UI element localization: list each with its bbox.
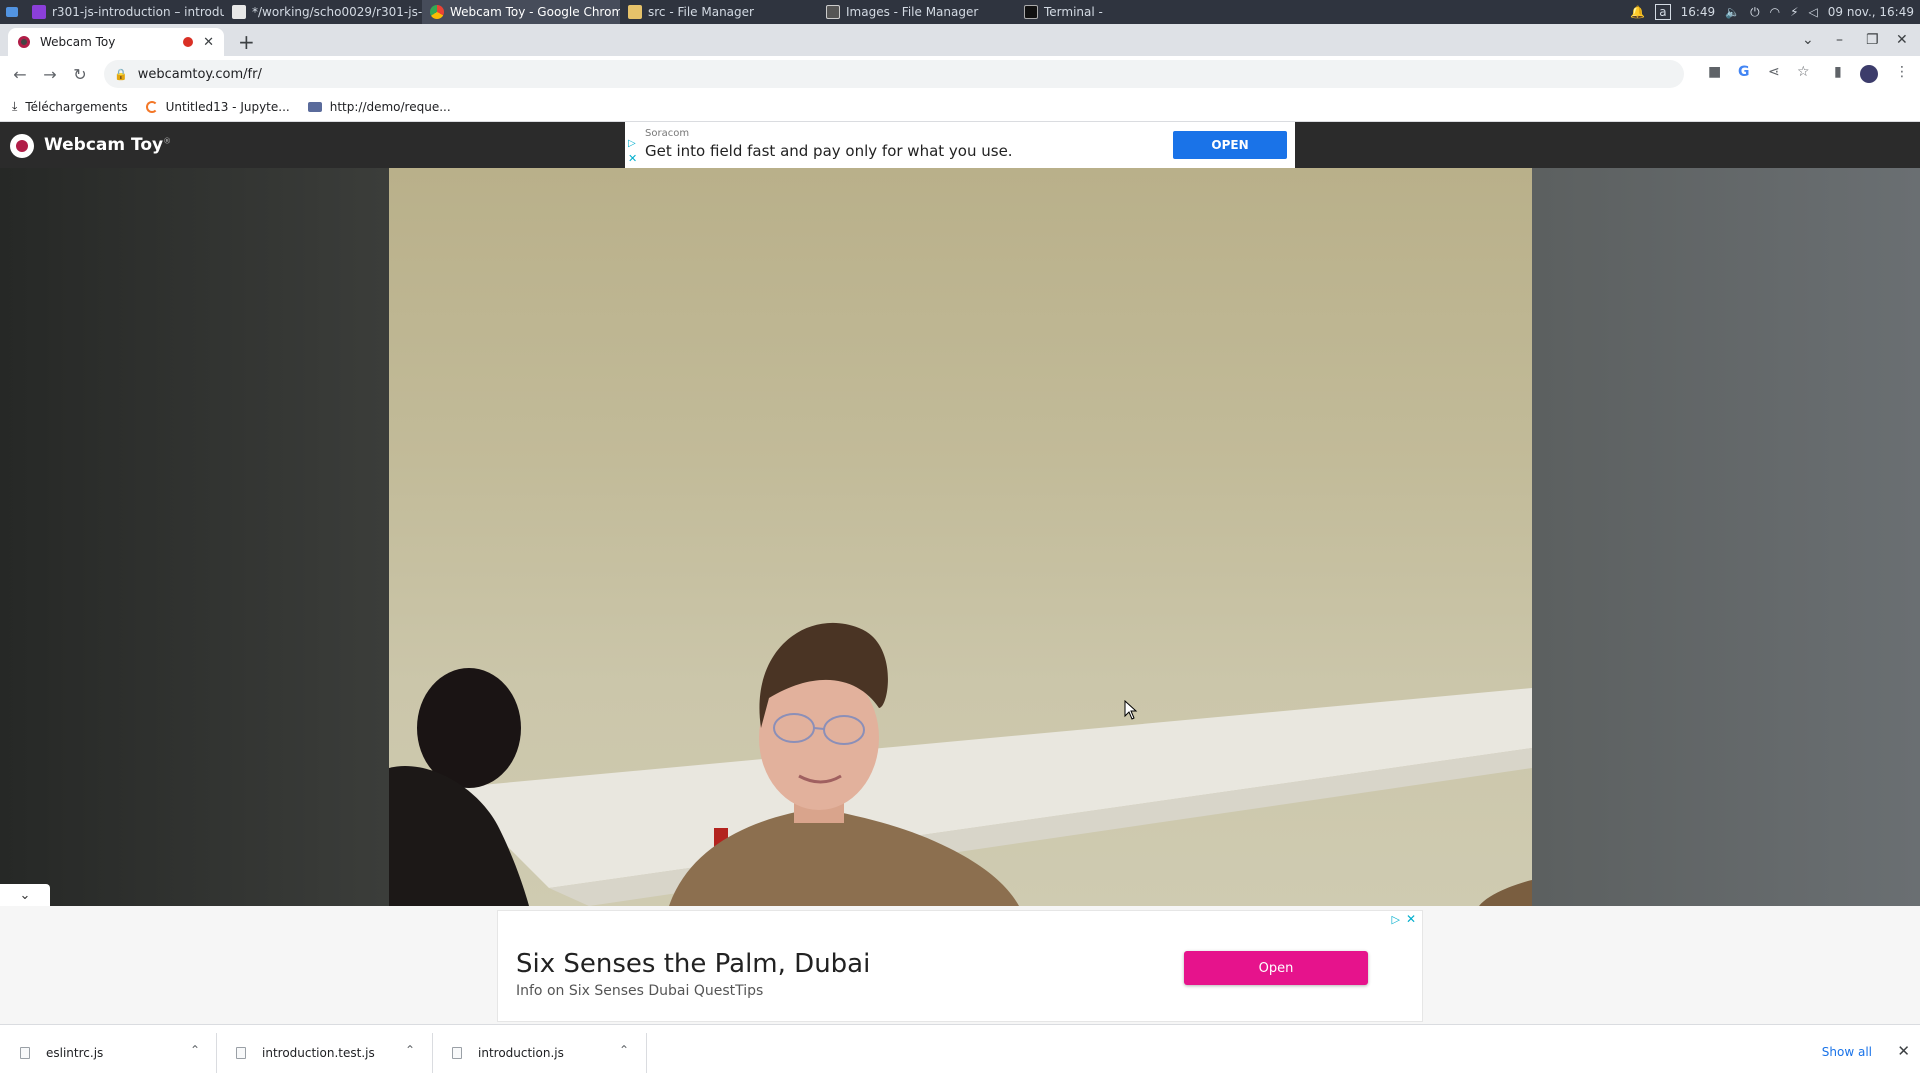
bottom-ad-area: ▷ ✕ Six Senses the Palm, Dubai Info on S… xyxy=(0,906,1920,1024)
page-icon xyxy=(307,101,322,112)
chevron-up-icon[interactable]: ⌃ xyxy=(190,1043,200,1057)
date-clock: 09 nov., 16:49 xyxy=(1827,5,1914,19)
download-item[interactable]: eslintrc.js xyxy=(20,1025,103,1080)
chrome-menu-icon[interactable]: ⋮ xyxy=(1895,64,1909,80)
reload-button[interactable]: ↻ xyxy=(65,59,95,89)
ad-close-icon[interactable]: ✕ xyxy=(1406,912,1416,926)
webcam-toy-favicon-icon xyxy=(18,36,30,48)
close-window-button[interactable]: ✕ xyxy=(1896,32,1908,48)
ad-open-button[interactable]: OPEN xyxy=(1173,131,1287,159)
restore-button[interactable]: ❐ xyxy=(1866,32,1879,48)
power-icon[interactable]: ⏻ xyxy=(1750,5,1760,20)
collapse-toggle-button[interactable]: ⌄ xyxy=(0,884,50,906)
webcam-toy-page: Webcam Toy® ▷ ✕ Soracom Get into field f… xyxy=(0,122,1920,906)
tab-webcam-toy[interactable]: Webcam Toy ✕ xyxy=(8,28,224,56)
taskbar-item-src-files[interactable]: src - File Manager xyxy=(620,0,818,24)
download-item[interactable]: introduction.js xyxy=(452,1025,564,1080)
ad-headline: Get into field fast and pay only for wha… xyxy=(645,142,1013,160)
keyboard-layout-indicator[interactable]: a xyxy=(1655,4,1671,20)
bookmark-downloads[interactable]: ⤓ Téléchargements xyxy=(12,99,128,114)
taskbar-item-chrome[interactable]: Webcam Toy - Google Chrome xyxy=(422,0,620,24)
minimize-button[interactable]: – xyxy=(1836,32,1843,48)
divider xyxy=(432,1033,433,1073)
folder-icon xyxy=(628,5,642,19)
recording-indicator-icon xyxy=(183,37,194,47)
os-taskbar: r301-js-introduction – introdu... */work… xyxy=(0,0,1920,24)
chevron-down-icon: ⌄ xyxy=(19,887,31,903)
webcam-preview[interactable] xyxy=(389,168,1532,906)
clock-time: 16:49 xyxy=(1680,5,1716,19)
mute-icon[interactable]: ◁ xyxy=(1809,5,1818,19)
divider xyxy=(646,1033,647,1073)
mouse-cursor-icon xyxy=(1124,700,1138,720)
bookmark-demo-request[interactable]: http://demo/reque... xyxy=(307,100,451,114)
divider xyxy=(216,1033,217,1073)
terminal-icon xyxy=(1024,5,1038,19)
ad-subtitle: Info on Six Senses Dubai QuestTips xyxy=(516,983,764,999)
taskbar-item-terminal[interactable]: Terminal - xyxy=(1016,0,1176,24)
adchoices-icon[interactable]: ▷ xyxy=(628,138,636,149)
wifi-icon[interactable]: ◠ xyxy=(1770,5,1780,19)
bookmarks-bar: ⤓ Téléchargements Untitled13 - Jupyte...… xyxy=(0,92,1920,122)
image-viewer-icon xyxy=(826,5,840,19)
volume-icon[interactable]: 🔈 xyxy=(1725,5,1740,19)
back-button[interactable]: ← xyxy=(5,59,35,89)
webcam-feed-image xyxy=(389,622,1532,906)
notification-bell-icon[interactable]: 🔔 xyxy=(1630,5,1645,19)
close-shelf-icon[interactable]: ✕ xyxy=(1897,1042,1910,1060)
site-header: Webcam Toy® ▷ ✕ Soracom Get into field f… xyxy=(0,122,1920,168)
webcam-toy-logo-icon[interactable] xyxy=(10,134,34,158)
download-item[interactable]: introduction.test.js xyxy=(236,1025,375,1080)
url-text: webcamtoy.com/fr/ xyxy=(137,66,262,82)
text-editor-icon xyxy=(232,5,246,19)
top-banner-ad[interactable]: ▷ ✕ Soracom Get into field fast and pay … xyxy=(625,122,1295,168)
file-icon xyxy=(236,1047,246,1059)
taskbar-item-editor[interactable]: */working/scho0029/r301-js-i... xyxy=(224,0,422,24)
battery-icon[interactable]: ⚡ xyxy=(1790,5,1798,19)
new-tab-button[interactable]: + xyxy=(238,30,255,54)
show-all-downloads-link[interactable]: Show all xyxy=(1822,1045,1872,1059)
jupyter-icon xyxy=(145,100,158,113)
taskbar-item-images-files[interactable]: Images - File Manager xyxy=(818,0,1016,24)
forward-button[interactable]: → xyxy=(35,59,65,89)
browser-toolbar: ← → ↻ 🔒 webcamtoy.com/fr/ ■ G ⋖ ☆ ▮ ⋮ xyxy=(0,56,1920,92)
download-shelf: eslintrc.js ⌃ introduction.test.js ⌃ int… xyxy=(0,1024,1920,1080)
bookmark-star-icon[interactable]: ☆ xyxy=(1797,64,1810,80)
google-translate-icon[interactable]: G xyxy=(1738,64,1750,80)
app-menu-icon[interactable] xyxy=(0,0,24,24)
side-panel-icon[interactable]: ▮ xyxy=(1834,64,1842,80)
download-icon: ⤓ xyxy=(12,99,18,113)
file-icon xyxy=(20,1047,30,1059)
ad-open-button[interactable]: Open xyxy=(1184,951,1368,985)
camera-in-use-icon[interactable]: ■ xyxy=(1708,64,1721,80)
site-brand[interactable]: Webcam Toy® xyxy=(44,135,171,155)
ad-close-icon[interactable]: ✕ xyxy=(628,152,637,165)
chevron-up-icon[interactable]: ⌃ xyxy=(619,1043,629,1057)
bookmark-jupyter[interactable]: Untitled13 - Jupyte... xyxy=(145,100,290,114)
chrome-icon xyxy=(430,5,444,19)
chevron-up-icon[interactable]: ⌃ xyxy=(405,1043,415,1057)
address-bar[interactable]: 🔒 webcamtoy.com/fr/ xyxy=(104,60,1684,88)
ad-sponsor: Soracom xyxy=(645,128,690,139)
tab-title: Webcam Toy xyxy=(40,35,116,49)
tab-close-icon[interactable]: ✕ xyxy=(203,35,214,50)
profile-avatar[interactable] xyxy=(1860,65,1878,83)
lock-icon[interactable]: 🔒 xyxy=(114,68,128,81)
bottom-banner-ad[interactable]: ▷ ✕ Six Senses the Palm, Dubai Info on S… xyxy=(497,910,1423,1022)
share-icon[interactable]: ⋖ xyxy=(1768,64,1780,80)
jetbrains-icon xyxy=(32,5,46,19)
tab-search-chevron-icon[interactable]: ⌄ xyxy=(1802,32,1814,48)
adchoices-icon[interactable]: ▷ xyxy=(1392,913,1400,926)
file-icon xyxy=(452,1047,462,1059)
browser-tab-strip: Webcam Toy ✕ + ⌄ – ❐ ✕ xyxy=(0,24,1920,56)
ad-title: Six Senses the Palm, Dubai xyxy=(516,949,871,979)
taskbar-item-jetbrains[interactable]: r301-js-introduction – introdu... xyxy=(24,0,224,24)
